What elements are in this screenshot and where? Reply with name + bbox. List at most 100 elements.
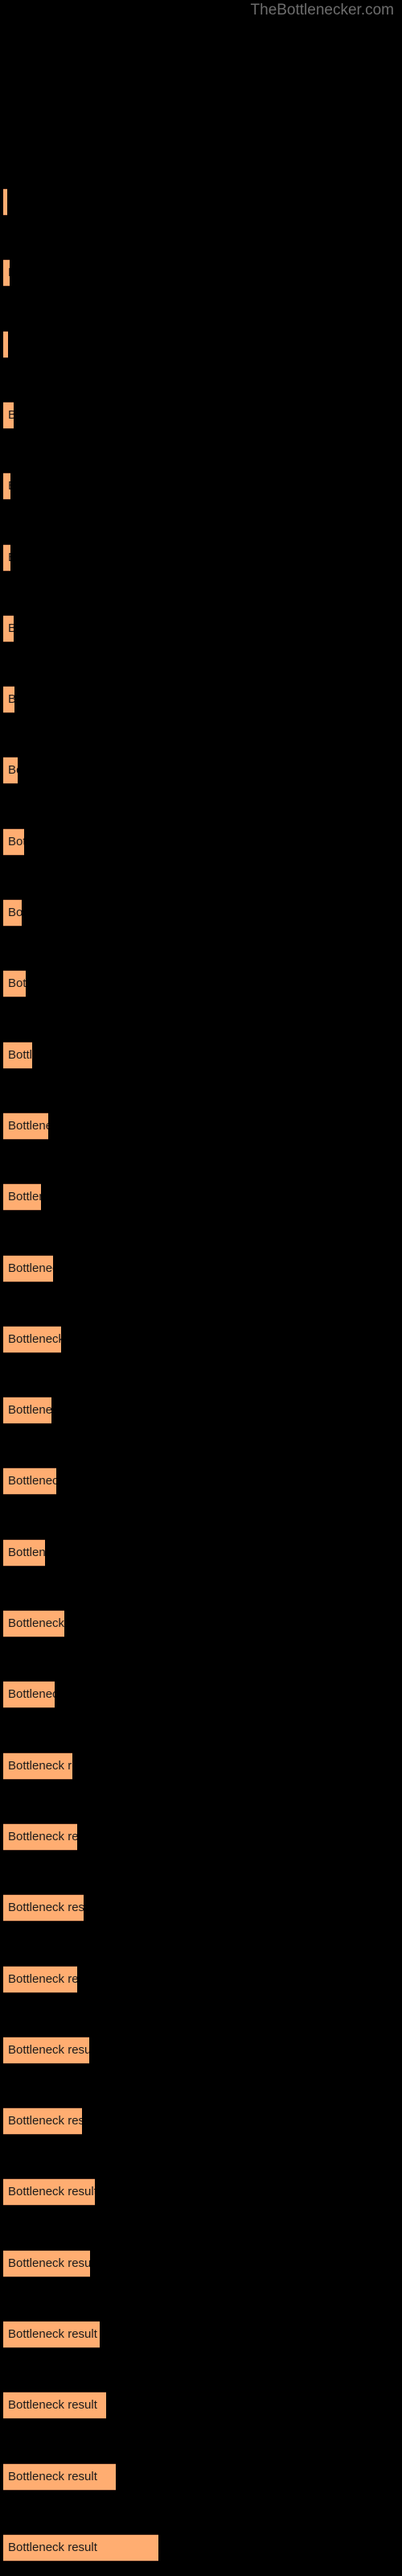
bar-label: Bottleneck result — [8, 1118, 48, 1133]
bar-row: Bottleneck result — [3, 473, 10, 501]
bar-label: Bottleneck result — [8, 407, 14, 422]
bar-label: Bottleneck result — [8, 1545, 45, 1559]
bar-row: Bottleneck result — [3, 330, 8, 358]
bar-row: Bottleneck result — [3, 2036, 89, 2064]
bar-label-clip: Bottleneck result — [3, 1113, 48, 1140]
bar-row: Bottleneck result — [3, 259, 10, 287]
bar-label: Bottleneck result — [8, 1616, 64, 1630]
bar-row: Bottleneck result — [3, 1681, 55, 1709]
bar-row: Bottleneck result — [3, 614, 14, 642]
bar-label: Bottleneck result — [8, 1047, 32, 1062]
bar-label-clip: Bottleneck result — [3, 259, 10, 287]
bar-row: Bottleneck result — [3, 828, 24, 856]
bar-row: Bottleneck result — [3, 1894, 84, 1922]
bar-label-clip: Bottleneck result — [3, 1823, 77, 1851]
bar-label-clip: Bottleneck result — [3, 1610, 64, 1637]
bar-label: Bottleneck result — [8, 1901, 84, 1915]
bar-label-clip: Bottleneck result — [3, 1042, 32, 1069]
bar-row: Bottleneck result — [3, 2462, 116, 2491]
bar-label: Bottleneck result — [8, 2185, 95, 2199]
bar-label-clip: Bottleneck result — [3, 1326, 61, 1353]
bar-label: Bottleneck result — [8, 2469, 97, 2483]
bar-label: Bottleneck result — [8, 2256, 90, 2270]
bar-label: Bottleneck result — [8, 2540, 97, 2554]
bar-label: Bottleneck result — [8, 906, 22, 919]
bar-row: Bottleneck result — [3, 1112, 48, 1140]
bar-label: Bottleneck result — [8, 763, 18, 778]
bar-label-clip: Bottleneck result — [3, 402, 14, 429]
bar-label-clip: Bottleneck result — [3, 2037, 89, 2064]
bar-row: Bottleneck result — [3, 1397, 51, 1425]
bar-label-clip: Bottleneck result — [3, 473, 10, 500]
bar-row: Bottleneck result — [3, 1538, 45, 1567]
bar-label: Bottleneck result — [8, 473, 10, 500]
bar-label: Bottleneck result — [8, 1687, 55, 1702]
bar-row: Bottleneck result — [3, 899, 22, 927]
bar-label-clip: Bottleneck result — [3, 1183, 41, 1211]
bar-row: Bottleneck result — [3, 970, 26, 998]
bar-row: Bottleneck result — [3, 2392, 106, 2420]
bar-label: Bottleneck result — [8, 2042, 89, 2057]
bar-label: Bottleneck result — [8, 1971, 77, 1986]
bar-label-clip: Bottleneck result — [3, 2321, 100, 2348]
bar-row: Bottleneck result — [3, 1183, 41, 1212]
bar-label: Bottleneck result — [8, 1261, 53, 1275]
bar-label: Bottleneck result — [8, 259, 10, 287]
bar-row: Bottleneck result — [3, 1254, 53, 1282]
bar-label: Bottleneck result — [8, 1331, 61, 1346]
bar-label-clip: Bottleneck result — [3, 828, 24, 856]
bar-label: Bottleneck result — [8, 834, 24, 848]
bar-label: Bottleneck result — [8, 544, 10, 572]
bar-label-clip: Bottleneck result — [3, 615, 14, 642]
bar-label: Bottleneck result — [8, 976, 26, 991]
bar-label: Bottleneck result — [8, 692, 14, 707]
bar-label: Bottleneck result — [8, 2114, 82, 2128]
bar-label-clip: Bottleneck result — [3, 544, 10, 572]
bar-row: Bottleneck result — [3, 1041, 32, 1069]
bar-row: Bottleneck result — [3, 2533, 158, 2562]
bar-row: Bottleneck result — [3, 188, 7, 216]
bar-row: Bottleneck result — [3, 1752, 72, 1780]
bar-row: Bottleneck result — [3, 1823, 77, 1851]
bar-label-clip: Bottleneck result — [3, 1681, 55, 1708]
bar-label: Bottleneck result — [8, 1190, 41, 1204]
bar-row: Bottleneck result — [3, 1468, 56, 1496]
bar-row: Bottleneck result — [3, 1325, 61, 1353]
bar-label: Bottleneck result — [8, 1829, 77, 1843]
bar-label-clip: Bottleneck result — [3, 2534, 158, 2562]
bar-row: Bottleneck result — [3, 1610, 64, 1637]
bar-row: Bottleneck result — [3, 2107, 82, 2136]
bar-label-clip: Bottleneck result — [3, 1966, 77, 1993]
bar-label-clip: Bottleneck result — [3, 331, 8, 358]
bar-chart-plot-area: Bottleneck result Bottleneck result Bottle… — [0, 0, 402, 2576]
bar-label-clip: Bottleneck result — [3, 188, 7, 216]
bar-label-clip: Bottleneck result — [3, 1255, 53, 1282]
bar-row: Bottleneck result — [3, 2178, 95, 2207]
bar-label-clip: Bottleneck result — [3, 970, 26, 997]
bar-label-clip: Bottleneck result — [3, 757, 18, 784]
bar-row: Bottleneck result — [3, 686, 14, 714]
bar-label-clip: Bottleneck result — [3, 2463, 116, 2491]
bar-label-clip: Bottleneck result — [3, 1539, 45, 1567]
bar-label-clip: Bottleneck result — [3, 1752, 72, 1780]
bar-row: Bottleneck result — [3, 401, 14, 429]
bar-row: Bottleneck result — [3, 2321, 100, 2348]
bar-row: Bottleneck result — [3, 1965, 77, 1993]
bar-label: Bottleneck result — [8, 1474, 56, 1488]
bar-row: Bottleneck result — [3, 2249, 90, 2277]
bar-label: Bottleneck result — [8, 1758, 72, 1773]
bar-label-clip: Bottleneck result — [3, 686, 14, 713]
bar-label: Bottleneck result — [8, 1403, 51, 1418]
bar-label-clip: Bottleneck result — [3, 899, 22, 927]
bar-label: Bottleneck result — [8, 2398, 97, 2413]
bar-label-clip: Bottleneck result — [3, 2178, 95, 2206]
bar-label-clip: Bottleneck result — [3, 2392, 106, 2419]
bar-row: Bottleneck result — [3, 757, 18, 785]
bar-label-clip: Bottleneck result — [3, 1468, 56, 1495]
bar-row: Bottleneck result — [3, 543, 10, 572]
bar-label-clip: Bottleneck result — [3, 2107, 82, 2135]
bar-label-clip: Bottleneck result — [3, 1397, 51, 1424]
bar-label: Bottleneck result — [8, 2327, 97, 2341]
bar-label: Bottleneck result — [8, 621, 14, 635]
bar-label-clip: Bottleneck result — [3, 1894, 84, 1922]
